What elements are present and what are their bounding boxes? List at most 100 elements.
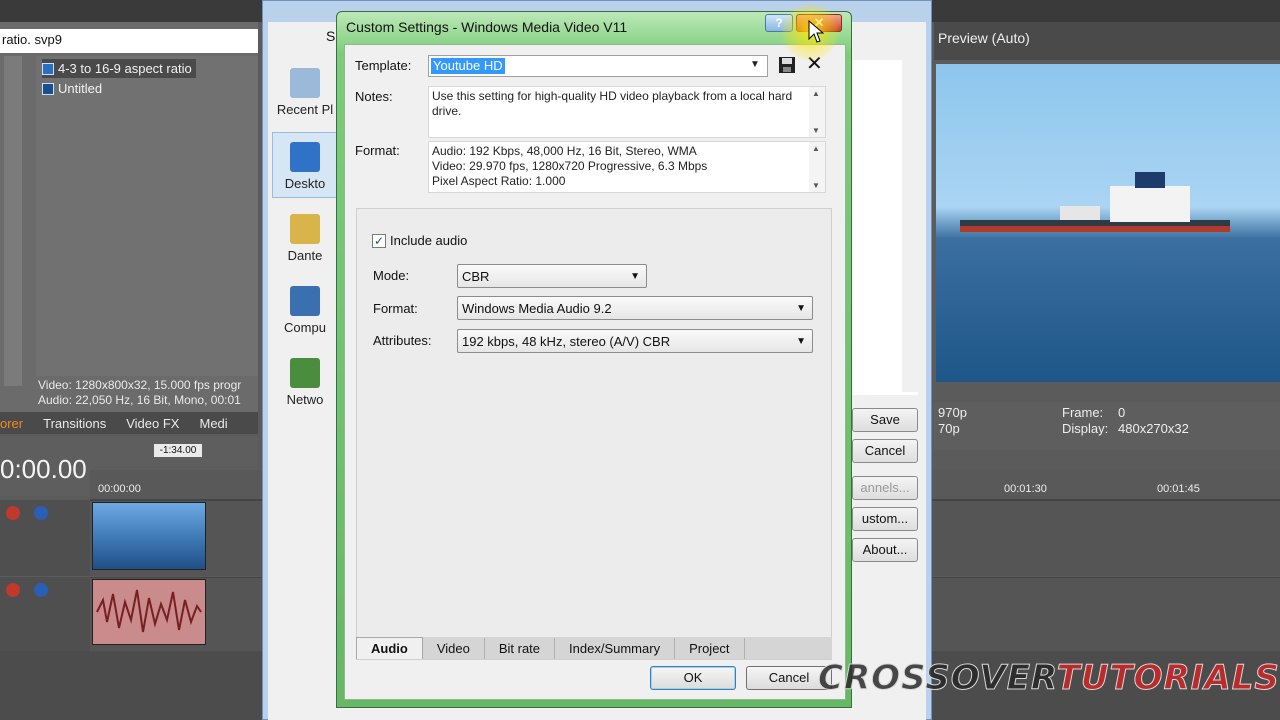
mode-dropdown[interactable]: CBR ▼: [457, 264, 647, 288]
project-icon: [42, 82, 54, 95]
format-field-label: Format:: [373, 301, 418, 316]
sidebar-item-label: Dante: [287, 248, 323, 263]
panel-scrollbar[interactable]: [4, 56, 22, 386]
tab-bit-rate[interactable]: Bit rate: [485, 638, 556, 659]
format-par-line: Pixel Aspect Ratio: 1.000: [432, 174, 566, 188]
notes-text: Use this setting for high-quality HD vid…: [428, 86, 826, 138]
tab-project[interactable]: Project: [675, 638, 745, 659]
video-track-header: [0, 500, 90, 576]
format-summary: Audio: 192 Kbps, 48,000 Hz, 16 Bit, Ster…: [428, 141, 826, 193]
gear-icon[interactable]: [6, 583, 20, 597]
tab-transitions[interactable]: Transitions: [33, 416, 116, 431]
media-info-audio: Audio: 22,050 Hz, 16 Bit, Mono, 00:01: [38, 393, 241, 407]
explorer-item-label: Untitled: [58, 81, 103, 96]
ship-image: [960, 172, 1230, 232]
sidebar-item-user[interactable]: Dante: [270, 214, 340, 263]
preview-quality-dropdown[interactable]: Preview (Auto): [938, 30, 1030, 46]
format-audio-line: Audio: 192 Kbps, 48,000 Hz, 16 Bit, Ster…: [432, 144, 697, 158]
sidebar-item-network[interactable]: Netwo: [270, 358, 340, 407]
include-audio-label: Include audio: [390, 233, 468, 248]
gear-icon[interactable]: [6, 506, 20, 520]
include-audio-checkbox[interactable]: ✓ Include audio: [372, 233, 467, 248]
attributes-dropdown[interactable]: 192 kbps, 48 kHz, stereo (A/V) CBR ▼: [457, 329, 813, 353]
audio-clip[interactable]: [92, 579, 206, 645]
project-filename: ratio. svp9: [0, 29, 258, 53]
timecode-display: 0:00.00: [0, 454, 87, 484]
tab-video[interactable]: Video: [423, 638, 485, 659]
sidebar-item-recent[interactable]: Recent Pl: [270, 68, 340, 117]
mode-label: Mode:: [373, 268, 410, 283]
format-video-line: Video: 29.970 fps, 1280x720 Progressive,…: [432, 159, 708, 173]
mute-icon[interactable]: [34, 583, 48, 597]
mode-value: CBR: [462, 269, 490, 284]
time-marker: -1:34.00: [154, 444, 202, 457]
tab-media-generators[interactable]: Medi: [189, 416, 237, 431]
desktop-icon: [290, 142, 320, 172]
sidebar-item-label: Netwo: [286, 392, 324, 407]
mute-icon[interactable]: [34, 506, 48, 520]
preview-info-left: 970p 70p: [938, 405, 967, 437]
tab-index-summary[interactable]: Index/Summary: [555, 638, 676, 659]
channels-button[interactable]: annels...: [852, 476, 918, 500]
waveform-icon: [96, 589, 202, 633]
settings-tabs: Audio Video Bit rate Index/Summary Proje…: [356, 637, 832, 659]
display-value: 480x270x32: [1118, 421, 1189, 436]
save-button[interactable]: Save: [852, 408, 918, 432]
attributes-label: Attributes:: [373, 333, 432, 348]
tab-video-fx[interactable]: Video FX: [116, 416, 189, 431]
watermark-part1: CROSSOVER: [818, 658, 1057, 699]
recent-places-icon: [290, 68, 320, 98]
tab-explorer[interactable]: orer: [0, 416, 33, 431]
computer-icon: [290, 286, 320, 316]
notes-label: Notes:: [355, 89, 393, 104]
file-list-scrollbar[interactable]: [902, 60, 918, 392]
chevron-down-icon: ▼: [630, 271, 640, 282]
audio-track-header: [0, 577, 90, 651]
media-info: Video: 1280x800x32, 15.000 fps progr Aud…: [38, 378, 258, 410]
audio-format-dropdown[interactable]: Windows Media Audio 9.2 ▼: [457, 296, 813, 320]
preview-info-labels: Frame: Display:: [1062, 405, 1108, 437]
notes-scrollbar[interactable]: ▲ ▼: [809, 87, 825, 137]
chevron-down-icon[interactable]: ▼: [750, 59, 760, 70]
project-resolution: 970p: [938, 405, 967, 420]
mouse-pointer-icon: [808, 20, 824, 43]
sidebar-item-label: Recent Pl: [276, 102, 334, 117]
project-icon: [42, 62, 54, 75]
template-label: Template:: [355, 58, 412, 73]
preview-info-values: 0 480x270x32: [1118, 405, 1189, 437]
notes-content: Use this setting for high-quality HD vid…: [432, 89, 793, 118]
audio-format-value: Windows Media Audio 9.2: [462, 301, 612, 316]
frame-label: Frame:: [1062, 405, 1104, 420]
format-scrollbar[interactable]: ▲ ▼: [809, 142, 825, 192]
video-clip[interactable]: [92, 502, 206, 570]
customize-template-button[interactable]: ustom...: [852, 507, 918, 531]
explorer-item[interactable]: 4-3 to 16-9 aspect ratio: [42, 59, 196, 78]
media-info-video: Video: 1280x800x32, 15.000 fps progr: [38, 378, 242, 392]
sidebar-item-label: Compu: [284, 320, 326, 335]
attributes-value: 192 kbps, 48 kHz, stereo (A/V) CBR: [462, 334, 671, 349]
frame-value: 0: [1118, 405, 1126, 420]
chevron-down-icon: ▼: [796, 336, 806, 347]
format-label: Format:: [355, 143, 400, 158]
window-docking-tabs: orer Transitions Video FX Medi: [0, 412, 258, 434]
checkbox-checked-icon[interactable]: ✓: [372, 233, 386, 248]
preview-resolution: 70p: [938, 421, 960, 436]
display-label: Display:: [1062, 421, 1109, 436]
template-value[interactable]: Youtube HD: [431, 58, 505, 74]
ok-button[interactable]: OK: [650, 666, 736, 690]
network-icon: [290, 358, 320, 388]
about-button[interactable]: About...: [852, 538, 918, 562]
watermark-part2: TUTORIALS: [1056, 658, 1280, 699]
folder-icon: [290, 214, 320, 244]
save-template-icon[interactable]: [778, 56, 796, 74]
explorer-list: [36, 56, 258, 376]
sidebar-item-computer[interactable]: Compu: [270, 286, 340, 335]
cancel-button[interactable]: Cancel: [852, 439, 918, 463]
explorer-item[interactable]: Untitled: [42, 79, 102, 98]
sidebar-item-desktop[interactable]: Deskto: [270, 142, 340, 191]
explorer-item-label: 4-3 to 16-9 aspect ratio: [58, 61, 192, 76]
tab-audio[interactable]: Audio: [356, 637, 423, 659]
watermark: CROSSOVERTUTORIALS: [818, 658, 1280, 699]
ruler-label: 00:01:45: [1157, 483, 1200, 495]
chevron-down-icon: ▼: [796, 303, 806, 314]
